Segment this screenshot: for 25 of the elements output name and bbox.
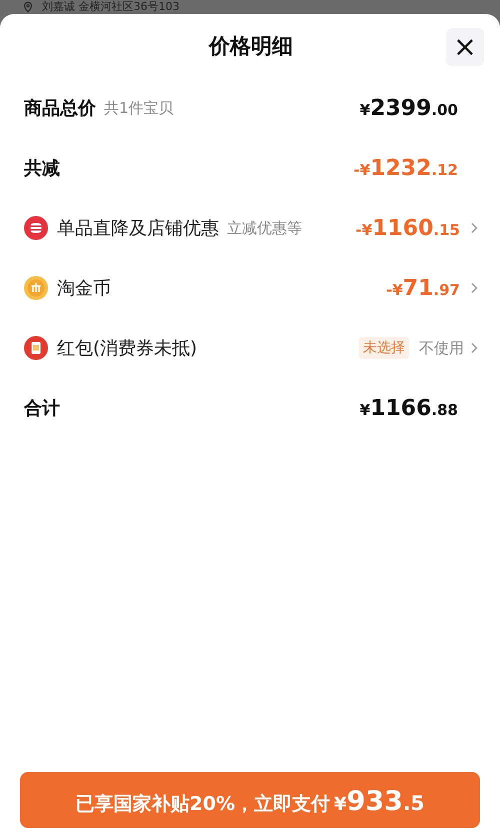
- price-amount: ¥1166.88: [360, 396, 458, 420]
- envelope-icon: [24, 336, 48, 360]
- row-label: 商品总价: [24, 97, 96, 120]
- price-amount: -¥1232.12: [354, 156, 458, 180]
- row-label: 合计: [24, 397, 60, 420]
- coin-icon: [24, 276, 48, 300]
- sheet-title: 价格明细: [209, 33, 293, 60]
- row-label: 淘金币: [57, 277, 111, 300]
- price-amount: ¥2399.00: [360, 96, 458, 120]
- chevron-right-icon[interactable]: [470, 342, 478, 354]
- chevron-right-icon[interactable]: [470, 282, 478, 294]
- location-pin-icon: [22, 1, 34, 13]
- row-label: 单品直降及店铺优惠: [57, 217, 219, 240]
- row-note: 共1件宝贝: [104, 98, 174, 118]
- row-value: 不使用: [419, 338, 464, 358]
- row-note: 立减优惠等: [227, 218, 302, 238]
- price-amount: -¥1160.15: [356, 216, 460, 240]
- address-text: 刘嘉诚 金横河社区36号103: [42, 1, 180, 13]
- chevron-right-icon[interactable]: [470, 222, 478, 234]
- price-amount: -¥71.97: [386, 276, 460, 300]
- row-label: 红包(消费券未抵): [57, 337, 198, 360]
- status-tag: 未选择: [359, 337, 409, 359]
- shop-icon: [24, 216, 48, 240]
- row-label: 共减: [24, 157, 60, 180]
- close-button[interactable]: ×: [446, 28, 484, 66]
